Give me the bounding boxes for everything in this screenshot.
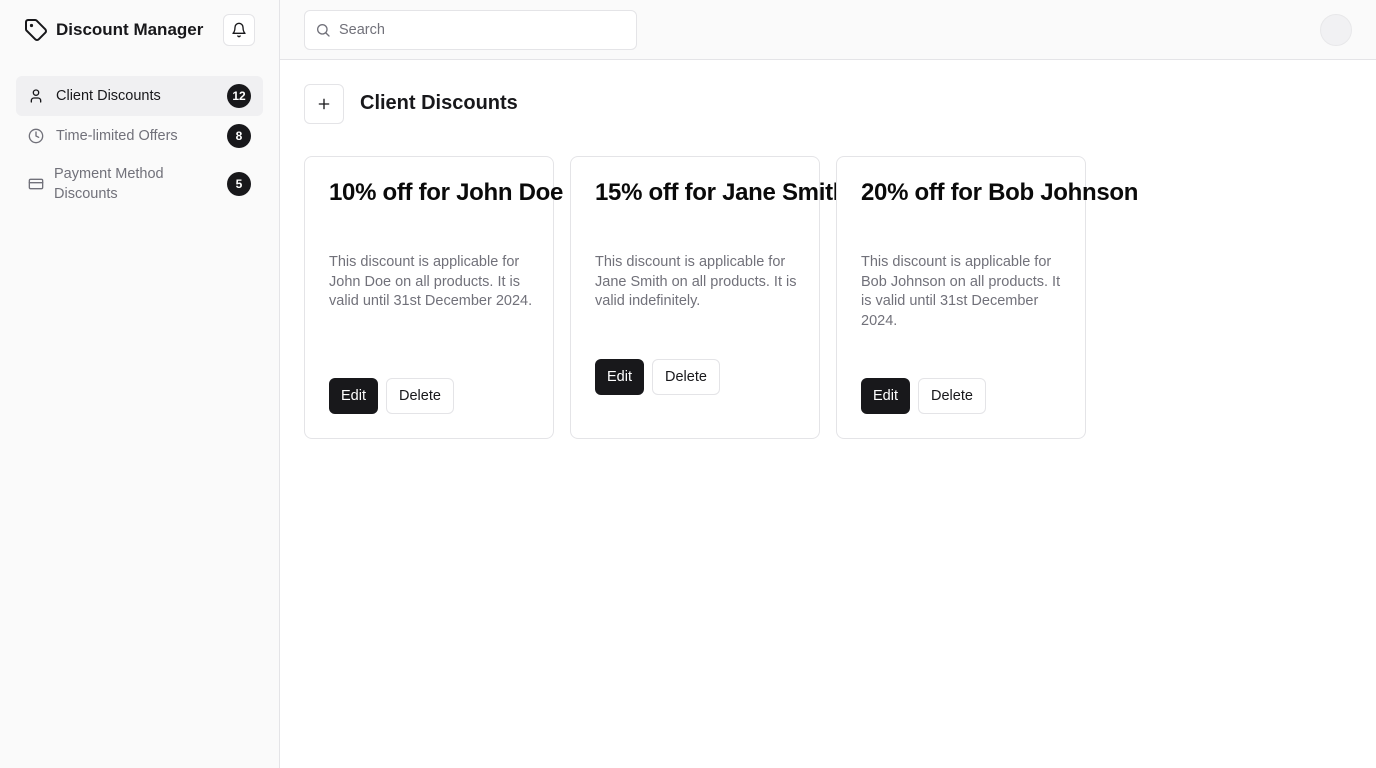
sidebar-item-client-discounts[interactable]: Client Discounts 12 (16, 76, 263, 116)
page-title: Client Discounts (360, 92, 518, 114)
count-badge: 5 (227, 172, 251, 196)
sidebar-nav: Client Discounts 12 Time-limited Offers … (16, 76, 263, 212)
delete-button[interactable]: Delete (918, 378, 986, 414)
count-badge: 8 (227, 124, 251, 148)
search-icon (315, 22, 331, 38)
main-content: Client Discounts 10% off for John Doe Th… (280, 60, 1376, 768)
bell-icon (231, 22, 247, 38)
plus-icon (316, 96, 332, 112)
card-title: 20% off for Bob Johnson (861, 179, 1139, 206)
card-actions: Edit Delete (329, 378, 454, 414)
sidebar: Discount Manager Client Discounts 12 Tim… (0, 0, 280, 768)
edit-button[interactable]: Edit (861, 378, 910, 414)
credit-card-icon (28, 176, 44, 192)
user-icon (28, 88, 44, 104)
delete-button[interactable]: Delete (386, 378, 454, 414)
edit-button[interactable]: Edit (595, 359, 644, 395)
search-box[interactable] (304, 10, 637, 50)
card-description: This discount is applicable for Bob John… (861, 254, 1061, 329)
discount-card: 15% off for Jane Smith This discount is … (570, 156, 847, 439)
notifications-button[interactable] (223, 14, 255, 46)
discount-card: 20% off for Bob Johnson This discount is… (836, 156, 1138, 439)
sidebar-item-time-limited-offers[interactable]: Time-limited Offers 8 (16, 116, 263, 156)
count-badge: 12 (227, 84, 251, 108)
card-actions: Edit Delete (861, 378, 986, 414)
card-description: This discount is applicable for John Doe… (329, 254, 533, 309)
sidebar-item-label: Time-limited Offers (56, 128, 178, 144)
card-actions: Edit Delete (595, 359, 720, 395)
top-bar (280, 0, 1376, 60)
search-input[interactable] (339, 22, 619, 38)
sidebar-item-label: Payment Method Discounts (54, 166, 164, 202)
avatar[interactable] (1320, 14, 1352, 46)
card-title: 15% off for Jane Smith (595, 179, 848, 206)
edit-button[interactable]: Edit (329, 378, 378, 414)
card-description: This discount is applicable for Jane Smi… (595, 254, 797, 309)
card-title: 10% off for John Doe (329, 179, 564, 206)
tag-icon (24, 18, 48, 42)
delete-button[interactable]: Delete (652, 359, 720, 395)
sidebar-item-payment-method-discounts[interactable]: Payment Method Discounts 5 (16, 156, 263, 212)
clock-icon (28, 128, 44, 144)
sidebar-item-label: Client Discounts (56, 88, 161, 104)
app-title: Discount Manager (56, 20, 204, 39)
add-discount-button[interactable] (304, 84, 344, 124)
discount-card: 10% off for John Doe This discount is ap… (304, 156, 563, 439)
